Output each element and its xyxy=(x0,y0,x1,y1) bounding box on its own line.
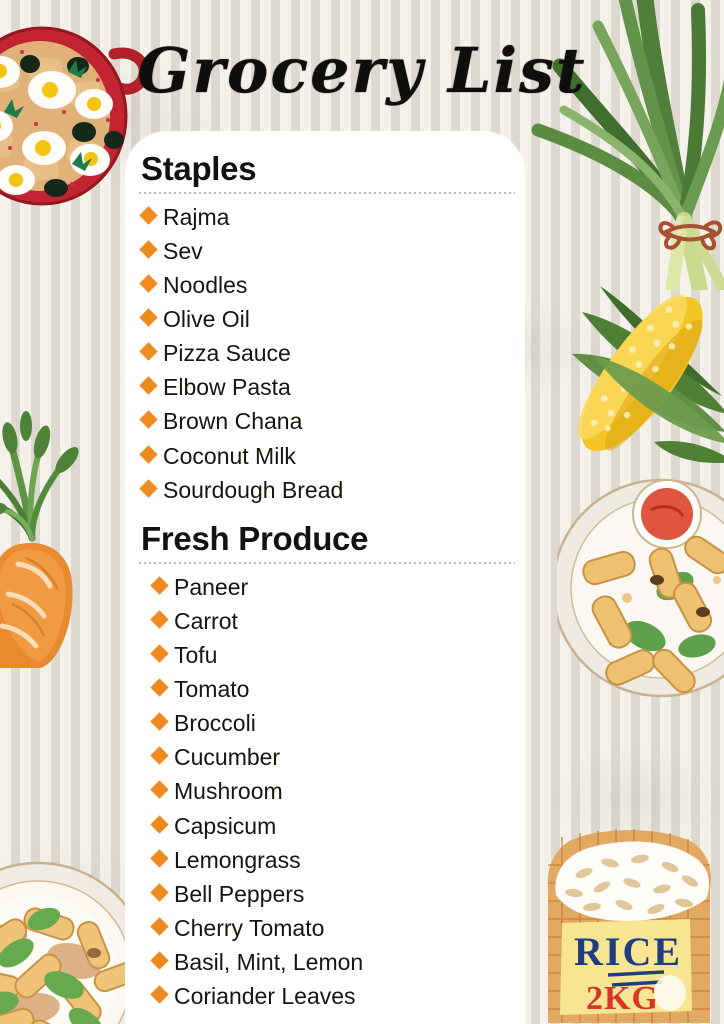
svg-text:2KG: 2KG xyxy=(586,980,659,1017)
list-item-label: Pizza Sauce xyxy=(163,340,291,367)
page-title: Grocery List xyxy=(137,34,587,107)
list-item[interactable]: Brown Chana xyxy=(139,404,525,438)
diamond-bullet-icon xyxy=(150,609,169,629)
list-item[interactable]: Olive Oil xyxy=(139,302,525,336)
list-item[interactable]: Sev xyxy=(139,234,525,268)
list-item-label: Sev xyxy=(163,237,203,264)
list-item-label: Cucumber xyxy=(174,744,281,771)
diamond-bullet-icon xyxy=(139,240,158,259)
list-item-label: Paneer xyxy=(174,573,249,600)
list-item-label: Cherry Tomato xyxy=(174,914,325,941)
list-item-label: Tomato xyxy=(174,675,250,702)
section-divider xyxy=(139,191,515,194)
list-item[interactable]: Basil, Mint, Lemon xyxy=(150,945,525,979)
rice-sack-illustration: RICE 2KG xyxy=(547,829,712,1023)
list-item[interactable]: Cherry Tomato xyxy=(150,911,525,945)
section-divider xyxy=(139,561,515,564)
diamond-bullet-icon xyxy=(139,205,158,225)
section-staples: Staples Rajma Sev Noodles Olive Oil Pizz… xyxy=(139,151,525,507)
list-item-label: Mushroom xyxy=(174,778,283,805)
fresh-produce-item-list: Paneer Carrot Tofu Tomato Broccoli Cucum… xyxy=(139,570,525,1014)
list-item-label: Noodles xyxy=(163,271,248,298)
list-item[interactable]: Tomato xyxy=(150,672,525,706)
diamond-bullet-icon xyxy=(150,575,169,595)
list-item-label: Capsicum xyxy=(174,812,277,839)
diamond-bullet-icon xyxy=(150,917,169,936)
list-item-label: Lemongrass xyxy=(174,846,301,873)
diamond-bullet-icon xyxy=(139,308,158,327)
diamond-bullet-icon xyxy=(150,814,169,834)
list-item[interactable]: Elbow Pasta xyxy=(139,370,525,404)
list-item-label: Rajma xyxy=(163,203,230,230)
page-background: RICE 2KG Grocery List Staples Rajma Sev … xyxy=(0,0,724,1024)
list-item[interactable]: Coconut Milk xyxy=(139,439,525,473)
diamond-bullet-icon xyxy=(139,342,158,361)
diamond-bullet-icon xyxy=(139,410,158,430)
list-item[interactable]: Lemongrass xyxy=(150,843,525,877)
list-item[interactable]: Carrot xyxy=(150,604,525,638)
list-item[interactable]: Mushroom xyxy=(150,774,525,808)
list-item-label: Coriander Leaves xyxy=(174,983,356,1010)
list-item[interactable]: Rajma xyxy=(139,200,525,234)
diamond-bullet-icon xyxy=(139,376,158,396)
section-heading-staples: Staples xyxy=(141,150,257,187)
diamond-bullet-icon xyxy=(150,644,169,663)
diamond-bullet-icon xyxy=(150,712,169,731)
list-item[interactable]: Sourdough Bread xyxy=(139,473,525,507)
diamond-bullet-icon xyxy=(150,746,169,765)
diamond-bullet-icon xyxy=(139,444,158,464)
list-item[interactable]: Broccoli xyxy=(150,706,525,740)
diamond-bullet-icon xyxy=(150,985,169,1004)
diamond-bullet-icon xyxy=(150,848,169,868)
svg-text:RICE: RICE xyxy=(574,929,682,974)
pasta-plate-illustration xyxy=(557,478,724,698)
corn-cob-illustration xyxy=(572,286,724,463)
grocery-list-card: Staples Rajma Sev Noodles Olive Oil Pizz… xyxy=(125,131,525,1024)
list-item[interactable]: Paneer xyxy=(150,570,525,604)
list-item-label: Broccoli xyxy=(174,710,256,737)
diamond-bullet-icon xyxy=(150,883,169,902)
list-item-label: Basil, Mint, Lemon xyxy=(174,949,364,976)
list-item[interactable]: Capsicum xyxy=(150,809,525,843)
diamond-bullet-icon xyxy=(139,274,158,293)
diamond-bullet-icon xyxy=(150,780,169,800)
staples-item-list: Rajma Sev Noodles Olive Oil Pizza Sauce … xyxy=(139,200,525,507)
list-item-label: Carrot xyxy=(174,607,238,634)
section-fresh-produce: Fresh Produce Paneer Carrot Tofu Tomato … xyxy=(139,521,525,1013)
list-item[interactable]: Tofu xyxy=(150,638,525,672)
list-item[interactable]: Coriander Leaves xyxy=(150,979,525,1013)
diamond-bullet-icon xyxy=(150,678,169,697)
list-item[interactable]: Cucumber xyxy=(150,740,525,774)
list-item-label: Olive Oil xyxy=(163,306,250,333)
list-item[interactable]: Noodles xyxy=(139,268,525,302)
list-item-label: Coconut Milk xyxy=(163,442,296,469)
list-item[interactable]: Bell Peppers xyxy=(150,877,525,911)
section-heading-fresh-produce: Fresh Produce xyxy=(141,519,369,557)
diamond-bullet-icon xyxy=(150,951,169,970)
carrot-illustration xyxy=(0,411,79,668)
list-item-label: Tofu xyxy=(174,641,218,668)
diamond-bullet-icon xyxy=(139,479,158,498)
list-item-label: Brown Chana xyxy=(163,408,303,435)
list-item-label: Sourdough Bread xyxy=(163,476,344,503)
list-item[interactable]: Pizza Sauce xyxy=(139,336,525,370)
list-item-label: Bell Peppers xyxy=(174,880,305,907)
list-item-label: Elbow Pasta xyxy=(163,374,291,401)
